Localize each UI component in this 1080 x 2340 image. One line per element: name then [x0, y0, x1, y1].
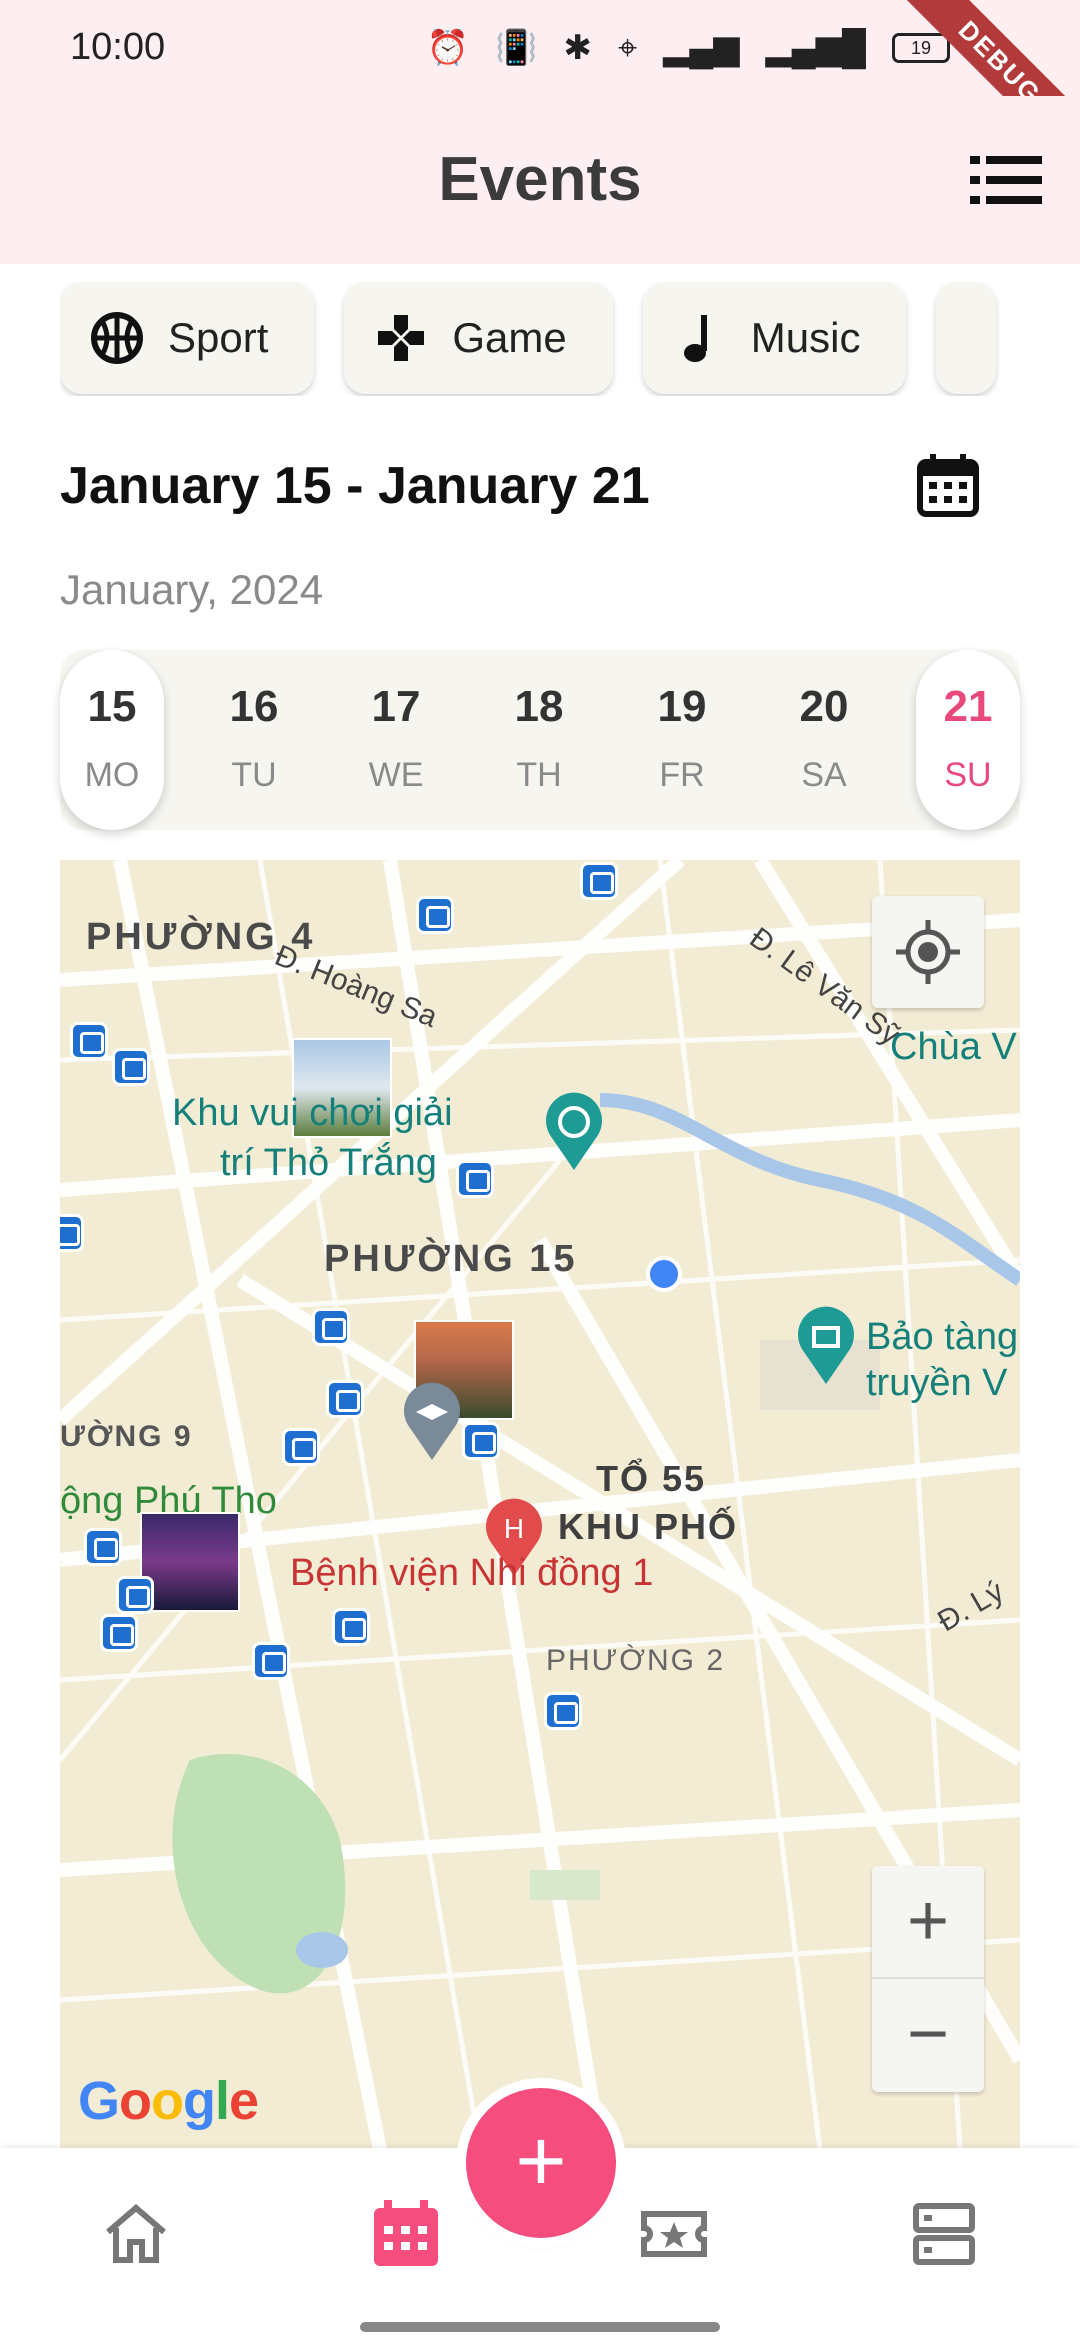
- status-icons: ⏰ 📳 ✱ ⌖ ▂▄▆ ▂▄▆█ 19: [427, 28, 950, 68]
- amusement-park-pin-icon[interactable]: [542, 1092, 606, 1172]
- google-logo: Google: [78, 2071, 259, 2131]
- bus-stop-icon[interactable]: [282, 1428, 320, 1466]
- month-label: January, 2024: [60, 566, 324, 613]
- app-bar: Events: [0, 96, 1080, 264]
- status-bar: 10:00 ⏰ 📳 ✱ ⌖ ▂▄▆ ▂▄▆█ 19 DEBUG: [0, 0, 1080, 184]
- day-number: 17: [371, 682, 421, 731]
- day-saturday[interactable]: 20 SA: [772, 650, 876, 830]
- map-label-ward2: PHƯỜNG 2: [546, 1644, 726, 1677]
- map-label-hospital: Bệnh viện Nhi đồng 1: [290, 1552, 654, 1594]
- zoom-controls: + −: [872, 1866, 984, 2092]
- map-label-museum-line2: truyền V: [866, 1362, 1008, 1404]
- zoom-in-button[interactable]: +: [872, 1866, 984, 1979]
- basketball-icon: [91, 312, 143, 364]
- bus-stop-icon[interactable]: [100, 1614, 138, 1652]
- bluetooth-icon: ✱: [563, 29, 592, 67]
- bus-stop-icon[interactable]: [84, 1528, 122, 1566]
- status-time: 10:00: [70, 26, 166, 68]
- my-location-button[interactable]: [872, 896, 984, 1008]
- category-chip-sport[interactable]: Sport: [60, 282, 315, 394]
- day-number: 21: [943, 682, 993, 731]
- bus-stop-icon[interactable]: [252, 1642, 290, 1680]
- day-sunday[interactable]: 21 SU: [916, 650, 1020, 830]
- storage-icon[interactable]: [908, 2198, 980, 2270]
- home-icon[interactable]: [100, 2198, 172, 2270]
- day-number: 15: [87, 682, 137, 731]
- bus-stop-icon[interactable]: [312, 1308, 350, 1346]
- event-marker-game[interactable]: [140, 1512, 240, 1612]
- map-label-ward9: ƯỜNG 9: [60, 1420, 193, 1453]
- bus-stop-icon[interactable]: [544, 1692, 582, 1730]
- signal-icon: ▂▄▆: [663, 29, 740, 67]
- bus-stop-icon[interactable]: [70, 1022, 108, 1060]
- category-chip-music[interactable]: Music: [642, 282, 907, 394]
- calendar-icon[interactable]: [916, 452, 980, 518]
- bus-stop-icon[interactable]: [326, 1380, 364, 1418]
- bus-stop-icon[interactable]: [462, 1422, 500, 1460]
- chip-label: Sport: [168, 314, 269, 361]
- bus-stop-icon[interactable]: [580, 862, 618, 900]
- page-title: Events: [438, 145, 642, 214]
- zoom-out-button[interactable]: −: [872, 1979, 984, 2092]
- chip-label: Game: [452, 314, 567, 361]
- day-number: 20: [799, 682, 849, 731]
- current-location-dot: [646, 1256, 682, 1292]
- calendar-icon[interactable]: [370, 2198, 442, 2270]
- vibrate-off-icon: 📳: [495, 29, 538, 67]
- category-chip-game[interactable]: Game: [344, 282, 613, 394]
- museum-pin-icon[interactable]: [794, 1306, 858, 1386]
- category-chips: Sport Game Music: [60, 282, 1000, 396]
- day-of-week: MO: [84, 756, 140, 794]
- day-of-week: SU: [944, 756, 992, 794]
- map-label-park-line1: Khu vui chơi giải: [172, 1092, 453, 1134]
- list-icon[interactable]: [970, 154, 1042, 206]
- location-icon: ⌖: [617, 28, 638, 67]
- day-number: 16: [229, 682, 279, 731]
- day-monday[interactable]: 15 MO: [60, 650, 164, 830]
- 4g-signal-icon: ▂▄▆█: [765, 29, 866, 67]
- bus-stop-icon[interactable]: [416, 896, 454, 934]
- day-friday[interactable]: 19 FR: [630, 650, 734, 830]
- week-range: January 15 - January 21: [60, 457, 650, 515]
- day-of-week: FR: [659, 756, 705, 794]
- bus-stop-icon[interactable]: [60, 1214, 84, 1252]
- music-note-icon: [683, 315, 707, 362]
- day-tuesday[interactable]: 16 TU: [202, 650, 306, 830]
- gamepad-icon: [378, 315, 425, 361]
- map-label-chua: Chùa V: [890, 1026, 1017, 1068]
- bus-stop-icon[interactable]: [456, 1160, 494, 1198]
- map-view[interactable]: PHƯỜNG 4 Đ. Hoàng Sa Đ. Lê Văn Sỹ Chùa V…: [60, 860, 1020, 2150]
- day-of-week: SA: [801, 756, 847, 794]
- battery-icon: 19: [892, 33, 950, 63]
- map-label-museum-line1: Bảo tàng: [866, 1316, 1019, 1358]
- map-label-khupho: KHU PHỐ: [558, 1506, 739, 1547]
- day-of-week: TU: [231, 756, 277, 794]
- chip-label: Music: [750, 314, 861, 361]
- alarm-icon: ⏰: [426, 29, 470, 67]
- bus-stop-icon[interactable]: [116, 1576, 154, 1614]
- day-number: 19: [657, 682, 707, 731]
- home-indicator[interactable]: [360, 2322, 720, 2332]
- day-number: 18: [514, 682, 564, 731]
- map-label-park-line2: trí Thỏ Trắng: [220, 1142, 437, 1184]
- svg-text:H: H: [504, 1513, 524, 1544]
- add-event-button[interactable]: +: [466, 2088, 616, 2238]
- category-chip-more[interactable]: [936, 282, 997, 394]
- day-of-week: WE: [368, 756, 424, 794]
- ticket-icon[interactable]: [638, 2198, 710, 2270]
- bus-stop-icon[interactable]: [332, 1608, 370, 1646]
- crosshair-icon: [896, 920, 960, 984]
- day-strip: 15 MO 16 TU 17 WE 18 TH 19 FR 20 SA 21 S…: [60, 650, 1020, 830]
- school-pin-icon[interactable]: [400, 1382, 464, 1462]
- day-wednesday[interactable]: 17 WE: [344, 650, 448, 830]
- map-label-ward15: PHƯỜNG 15: [324, 1238, 578, 1280]
- map-label-to55: TỔ 55: [596, 1458, 707, 1499]
- bus-stop-icon[interactable]: [112, 1048, 150, 1086]
- day-thursday[interactable]: 18 TH: [487, 650, 591, 830]
- day-of-week: TH: [516, 756, 562, 794]
